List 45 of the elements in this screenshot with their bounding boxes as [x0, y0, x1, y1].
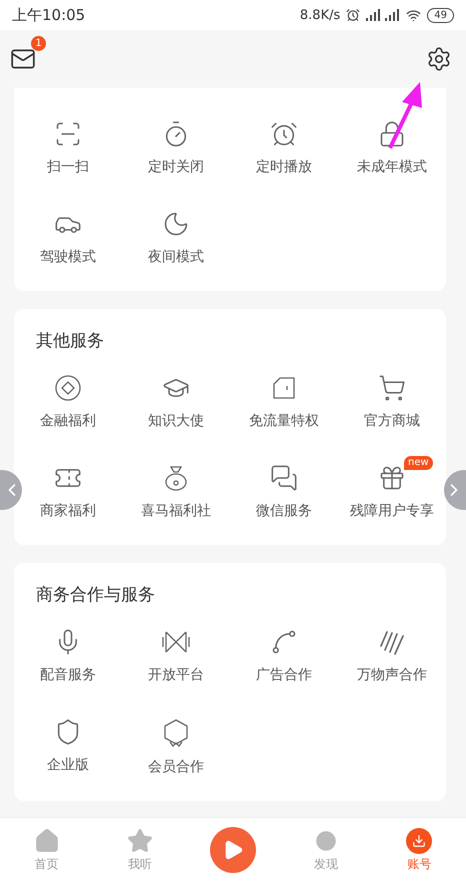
service-label[interactable]: 广告合作: [256, 666, 312, 684]
new-badge: new: [404, 456, 433, 470]
alarm-icon: [346, 8, 360, 22]
service-label[interactable]: 未成年模式: [357, 158, 427, 176]
service-label[interactable]: 开放平台: [148, 666, 204, 684]
scan-icon: [54, 120, 82, 148]
service-label[interactable]: 喜马福利社: [141, 502, 211, 520]
star-icon: [126, 828, 153, 854]
service-label[interactable]: 残障用户专享: [350, 502, 434, 520]
gift-icon: [378, 464, 406, 492]
service-label[interactable]: 商家福利: [40, 502, 96, 520]
service-label[interactable]: 夜间模式: [148, 248, 204, 266]
service-label[interactable]: 免流量特权: [249, 412, 319, 430]
slashes-icon: [377, 628, 407, 656]
service-label[interactable]: 官方商城: [364, 412, 420, 430]
section-title: 商务合作与服务: [35, 585, 156, 605]
network-speed: 8.8K/s: [300, 8, 340, 22]
settings-icon[interactable]: [426, 46, 452, 72]
section-title: 其他服务: [35, 331, 105, 351]
signal-icon: [366, 9, 400, 21]
service-label[interactable]: 驾驶模式: [40, 248, 96, 266]
service-label[interactable]: 配音服务: [40, 666, 96, 684]
status-time: 上午10:05: [12, 6, 86, 24]
chat-bubbles-icon: [270, 464, 298, 492]
service-label[interactable]: 定时播放: [256, 158, 312, 176]
service-label[interactable]: 微信服务: [256, 502, 312, 520]
service-label[interactable]: 万物声合作: [357, 666, 427, 684]
service-label[interactable]: 扫一扫: [47, 158, 89, 176]
curve-icon: [270, 628, 298, 656]
cart-icon: [378, 374, 406, 402]
alarm-clock-icon: [270, 120, 298, 148]
account-icon: [406, 828, 432, 854]
wifi-icon: [406, 8, 422, 22]
play-button[interactable]: [210, 827, 256, 873]
service-label[interactable]: 会员合作: [148, 758, 204, 776]
moon-icon: [162, 210, 190, 238]
service-label[interactable]: 知识大使: [148, 412, 204, 430]
service-label[interactable]: 金融福利: [40, 412, 96, 430]
lock-icon: [378, 120, 406, 148]
service-label[interactable]: 企业版: [47, 756, 89, 774]
service-label[interactable]: 定时关闭: [148, 158, 204, 176]
unread-badge: 1: [31, 36, 46, 51]
home-icon: [34, 828, 60, 854]
coin-icon: [54, 374, 82, 402]
battery-level: 49: [427, 8, 454, 22]
